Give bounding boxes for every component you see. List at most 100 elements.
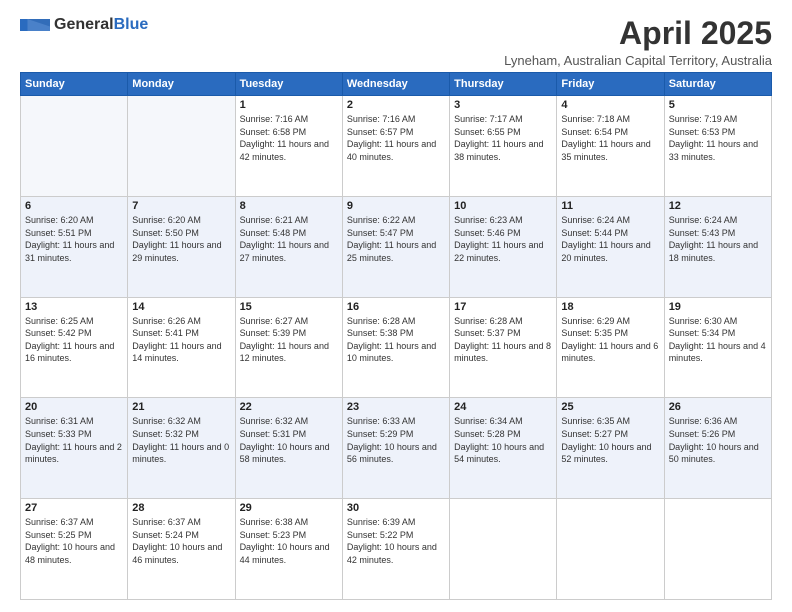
day-number: 7 — [132, 200, 230, 212]
cell-info: Sunrise: 6:23 AM Sunset: 5:46 PM Dayligh… — [454, 214, 552, 264]
day-number: 28 — [132, 502, 230, 514]
day-number: 3 — [454, 99, 552, 111]
week-row-2: 6 Sunrise: 6:20 AM Sunset: 5:51 PM Daylig… — [21, 196, 772, 297]
cell-1-1: 7 Sunrise: 6:20 AM Sunset: 5:50 PM Daylig… — [128, 196, 235, 297]
week-row-3: 13 Sunrise: 6:25 AM Sunset: 5:42 PM Dayli… — [21, 297, 772, 398]
day-number: 18 — [561, 301, 659, 313]
cell-2-0: 13 Sunrise: 6:25 AM Sunset: 5:42 PM Dayli… — [21, 297, 128, 398]
cell-info: Sunrise: 6:27 AM Sunset: 5:39 PM Dayligh… — [240, 315, 338, 365]
day-number: 8 — [240, 200, 338, 212]
header-monday: Monday — [128, 73, 235, 96]
day-number: 12 — [669, 200, 767, 212]
cell-0-5: 4Sunrise: 7:18 AM Sunset: 6:54 PM Daylig… — [557, 96, 664, 197]
week-row-4: 20 Sunrise: 6:31 AM Sunset: 5:33 PM Dayli… — [21, 398, 772, 499]
cell-info: Sunrise: 6:34 AM Sunset: 5:28 PM Dayligh… — [454, 415, 552, 465]
subtitle: Lyneham, Australian Capital Territory, A… — [504, 53, 772, 68]
cell-0-1 — [128, 96, 235, 197]
cell-3-6: 26 Sunrise: 6:36 AM Sunset: 5:26 PM Dayli… — [664, 398, 771, 499]
cell-3-4: 24 Sunrise: 6:34 AM Sunset: 5:28 PM Dayli… — [450, 398, 557, 499]
cell-3-5: 25 Sunrise: 6:35 AM Sunset: 5:27 PM Dayli… — [557, 398, 664, 499]
cell-info: Sunrise: 6:28 AM Sunset: 5:37 PM Dayligh… — [454, 315, 552, 365]
day-number: 2 — [347, 99, 445, 111]
day-number: 20 — [25, 401, 123, 413]
header-sunday: Sunday — [21, 73, 128, 96]
cell-4-0: 27Sunrise: 6:37 AM Sunset: 5:25 PM Dayli… — [21, 499, 128, 600]
day-number: 1 — [240, 99, 338, 111]
day-number: 10 — [454, 200, 552, 212]
cell-info: Sunrise: 6:32 AM Sunset: 5:32 PM Dayligh… — [132, 415, 230, 465]
cell-4-1: 28 Sunrise: 6:37 AM Sunset: 5:24 PM Dayli… — [128, 499, 235, 600]
cell-0-4: 3 Sunrise: 7:17 AM Sunset: 6:55 PM Daylig… — [450, 96, 557, 197]
cell-info: Sunrise: 6:33 AM Sunset: 5:29 PM Dayligh… — [347, 415, 445, 465]
cell-info: Sunrise: 7:16 AM Sunset: 6:58 PM Dayligh… — [240, 113, 338, 163]
day-number: 14 — [132, 301, 230, 313]
logo-general: General — [54, 16, 114, 33]
day-number: 23 — [347, 401, 445, 413]
cell-info: Sunrise: 6:24 AM Sunset: 5:43 PM Dayligh… — [669, 214, 767, 264]
cell-info: Sunrise: 6:28 AM Sunset: 5:38 PM Dayligh… — [347, 315, 445, 365]
cell-info: Sunrise: 6:20 AM Sunset: 5:50 PM Dayligh… — [132, 214, 230, 264]
day-number: 21 — [132, 401, 230, 413]
cell-info: Sunrise: 6:25 AM Sunset: 5:42 PM Dayligh… — [25, 315, 123, 365]
cell-info: Sunrise: 6:22 AM Sunset: 5:47 PM Dayligh… — [347, 214, 445, 264]
day-number: 25 — [561, 401, 659, 413]
cell-1-6: 12 Sunrise: 6:24 AM Sunset: 5:43 PM Dayli… — [664, 196, 771, 297]
cell-2-6: 19 Sunrise: 6:30 AM Sunset: 5:34 PM Dayli… — [664, 297, 771, 398]
day-number: 22 — [240, 401, 338, 413]
header-saturday: Saturday — [664, 73, 771, 96]
cell-4-4 — [450, 499, 557, 600]
cell-3-0: 20 Sunrise: 6:31 AM Sunset: 5:33 PM Dayli… — [21, 398, 128, 499]
cell-3-1: 21 Sunrise: 6:32 AM Sunset: 5:32 PM Dayli… — [128, 398, 235, 499]
cell-info: Sunrise: 7:17 AM Sunset: 6:55 PM Dayligh… — [454, 113, 552, 163]
cell-2-5: 18 Sunrise: 6:29 AM Sunset: 5:35 PM Dayli… — [557, 297, 664, 398]
cell-4-3: 30Sunrise: 6:39 AM Sunset: 5:22 PM Dayli… — [342, 499, 449, 600]
page: GeneralBlue April 2025 Lyneham, Australi… — [0, 0, 792, 612]
cell-1-4: 10 Sunrise: 6:23 AM Sunset: 5:46 PM Dayli… — [450, 196, 557, 297]
cell-4-2: 29Sunrise: 6:38 AM Sunset: 5:23 PM Dayli… — [235, 499, 342, 600]
cell-info: Sunrise: 7:16 AM Sunset: 6:57 PM Dayligh… — [347, 113, 445, 163]
cell-info: Sunrise: 6:31 AM Sunset: 5:33 PM Dayligh… — [25, 415, 123, 465]
day-number: 26 — [669, 401, 767, 413]
cell-info: Sunrise: 6:37 AM Sunset: 5:24 PM Dayligh… — [132, 516, 230, 566]
header-wednesday: Wednesday — [342, 73, 449, 96]
day-number: 30 — [347, 502, 445, 514]
day-number: 19 — [669, 301, 767, 313]
cell-info: Sunrise: 6:24 AM Sunset: 5:44 PM Dayligh… — [561, 214, 659, 264]
title-section: April 2025 Lyneham, Australian Capital T… — [504, 16, 772, 68]
cell-0-2: 1 Sunrise: 7:16 AM Sunset: 6:58 PM Daylig… — [235, 96, 342, 197]
cell-info: Sunrise: 6:32 AM Sunset: 5:31 PM Dayligh… — [240, 415, 338, 465]
cell-info: Sunrise: 6:30 AM Sunset: 5:34 PM Dayligh… — [669, 315, 767, 365]
logo-blue: Blue — [114, 16, 149, 33]
cell-info: Sunrise: 6:29 AM Sunset: 5:35 PM Dayligh… — [561, 315, 659, 365]
logo: GeneralBlue — [20, 16, 148, 34]
cell-2-1: 14 Sunrise: 6:26 AM Sunset: 5:41 PM Dayli… — [128, 297, 235, 398]
week-row-5: 27Sunrise: 6:37 AM Sunset: 5:25 PM Dayli… — [21, 499, 772, 600]
day-number: 13 — [25, 301, 123, 313]
cell-0-6: 5 Sunrise: 7:19 AM Sunset: 6:53 PM Daylig… — [664, 96, 771, 197]
day-number: 27 — [25, 502, 123, 514]
day-number: 24 — [454, 401, 552, 413]
header-friday: Friday — [557, 73, 664, 96]
day-number: 6 — [25, 200, 123, 212]
day-number: 29 — [240, 502, 338, 514]
cell-2-3: 16Sunrise: 6:28 AM Sunset: 5:38 PM Dayli… — [342, 297, 449, 398]
cell-info: Sunrise: 6:20 AM Sunset: 5:51 PM Dayligh… — [25, 214, 123, 264]
cell-4-5 — [557, 499, 664, 600]
cell-info: Sunrise: 6:26 AM Sunset: 5:41 PM Dayligh… — [132, 315, 230, 365]
cell-info: Sunrise: 7:19 AM Sunset: 6:53 PM Dayligh… — [669, 113, 767, 163]
cell-3-3: 23 Sunrise: 6:33 AM Sunset: 5:29 PM Dayli… — [342, 398, 449, 499]
cell-0-3: 2 Sunrise: 7:16 AM Sunset: 6:57 PM Daylig… — [342, 96, 449, 197]
month-title: April 2025 — [504, 16, 772, 51]
logo-icon — [20, 16, 50, 34]
header-row: Sunday Monday Tuesday Wednesday Thursday… — [21, 73, 772, 96]
day-number: 15 — [240, 301, 338, 313]
cell-4-6 — [664, 499, 771, 600]
cell-1-5: 11Sunrise: 6:24 AM Sunset: 5:44 PM Dayli… — [557, 196, 664, 297]
cell-info: Sunrise: 6:35 AM Sunset: 5:27 PM Dayligh… — [561, 415, 659, 465]
header: GeneralBlue April 2025 Lyneham, Australi… — [20, 16, 772, 68]
day-number: 5 — [669, 99, 767, 111]
cell-3-2: 22 Sunrise: 6:32 AM Sunset: 5:31 PM Dayli… — [235, 398, 342, 499]
header-thursday: Thursday — [450, 73, 557, 96]
cell-info: Sunrise: 6:21 AM Sunset: 5:48 PM Dayligh… — [240, 214, 338, 264]
cell-info: Sunrise: 6:36 AM Sunset: 5:26 PM Dayligh… — [669, 415, 767, 465]
